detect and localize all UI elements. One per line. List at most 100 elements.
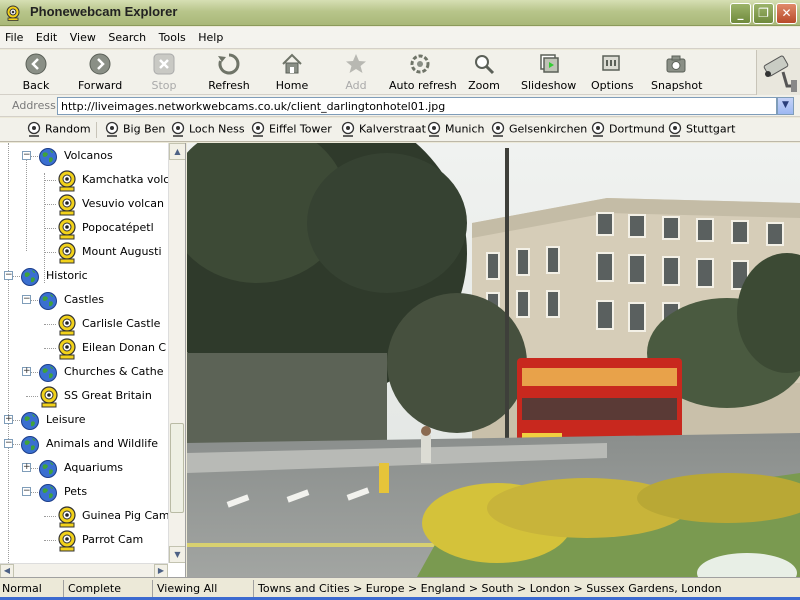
slideshow-button[interactable]: Slideshow: [521, 52, 576, 92]
tree-item-category[interactable]: − Animals and Wildlife: [0, 433, 168, 455]
auto-refresh-icon: [410, 54, 430, 74]
link-eiffel-tower[interactable]: Eiffel Tower: [250, 121, 332, 139]
tree-item-webcam[interactable]: Parrot Cam: [0, 529, 168, 552]
link-gelsenkirchen[interactable]: Gelsenkirchen: [490, 121, 587, 139]
status-viewing: Viewing All: [157, 582, 218, 595]
tree-item-category[interactable]: + Leisure: [0, 409, 168, 431]
link-loch-ness[interactable]: Loch Ness: [170, 121, 245, 139]
add-button[interactable]: Add: [342, 52, 370, 92]
links-bar: Random Big Ben Loch Ness Eiffel Tower Kalver…: [0, 118, 800, 142]
scroll-thumb[interactable]: [170, 423, 184, 513]
link-label: Stuttgart: [686, 122, 736, 136]
snapshot-button[interactable]: Snapshot: [651, 52, 702, 92]
address-dropdown-button[interactable]: ▼: [777, 97, 794, 115]
tree-item-webcam[interactable]: Vesuvio volcan: [0, 193, 168, 216]
options-button[interactable]: Options: [591, 52, 633, 92]
minimize-button[interactable]: _: [730, 3, 751, 24]
tree-vertical-scrollbar[interactable]: ▲ ▼: [168, 143, 185, 563]
menu-file[interactable]: File: [0, 27, 27, 44]
home-icon: [282, 53, 302, 74]
address-input[interactable]: http://liveimages.networkwebcams.co.uk/c…: [57, 97, 777, 115]
tree-item-label: Pets: [64, 485, 88, 498]
tree-item-label: Popocatépetl: [82, 221, 154, 234]
tree-item-category[interactable]: + Churches & Cathe: [0, 361, 168, 383]
menu-edit[interactable]: Edit: [31, 27, 61, 44]
status-bar: Normal Complete Viewing All Towns and Ci…: [0, 577, 800, 600]
webcam-icon: [105, 121, 119, 137]
slideshow-icon: [540, 54, 559, 73]
tree-item-category[interactable]: − Volcanos: [0, 145, 168, 167]
scroll-down-button[interactable]: ▼: [169, 546, 185, 563]
tree-item-webcam[interactable]: Popocatépetl: [0, 217, 168, 240]
maximize-button[interactable]: ❐: [753, 3, 774, 24]
expander-button[interactable]: −: [22, 487, 31, 496]
expander-button[interactable]: +: [22, 463, 31, 472]
expander-button[interactable]: −: [4, 439, 13, 448]
auto-refresh-button[interactable]: Auto refresh: [389, 52, 457, 92]
webcam-icon: [27, 121, 41, 137]
globe-icon: [21, 436, 39, 454]
link-label: Random: [45, 122, 91, 136]
refresh-button[interactable]: Refresh: [207, 52, 251, 92]
webcam-icon: [591, 121, 605, 137]
tree-horizontal-scrollbar[interactable]: ◀ ▶: [0, 563, 168, 577]
tree-item-label: Vesuvio volcan: [82, 197, 164, 210]
address-label: Address: [12, 99, 56, 112]
home-button[interactable]: Home: [274, 52, 310, 92]
globe-icon: [39, 484, 57, 502]
tree-item-category[interactable]: − Historic: [0, 265, 168, 287]
expander-button[interactable]: −: [4, 271, 13, 280]
webcam-icon: [58, 242, 76, 264]
webcam-icon: [491, 121, 505, 137]
tree-item-label: Aquariums: [64, 461, 124, 474]
link-label: Dortmund: [609, 122, 665, 136]
link-munich[interactable]: Munich: [426, 121, 485, 139]
back-button[interactable]: Back: [20, 52, 52, 92]
menu-view[interactable]: View: [65, 27, 100, 44]
webcam-icon: [668, 121, 682, 137]
options-icon: [602, 55, 620, 71]
tree-item-category[interactable]: + Aquariums: [0, 457, 168, 479]
webcam-icon: [58, 314, 76, 336]
tree-item-webcam[interactable]: Mount Augusti: [0, 241, 168, 264]
globe-icon: [39, 460, 57, 478]
zoom-button[interactable]: Zoom: [468, 52, 500, 92]
menu-help[interactable]: Help: [193, 27, 227, 44]
tree-item-webcam[interactable]: Carlisle Castle: [0, 313, 168, 336]
back-arrow-icon: [25, 53, 47, 75]
link-dortmund[interactable]: Dortmund: [590, 121, 665, 139]
scroll-right-button[interactable]: ▶: [154, 564, 168, 577]
menu-tools[interactable]: Tools: [154, 27, 190, 44]
globe-icon: [39, 292, 57, 310]
link-big-ben[interactable]: Big Ben: [104, 121, 165, 139]
link-stuttgart[interactable]: Stuttgart: [667, 121, 735, 139]
stop-button[interactable]: Stop: [150, 52, 178, 92]
forward-button[interactable]: Forward: [78, 52, 122, 92]
tree-item-category[interactable]: − Castles: [0, 289, 168, 311]
tree-item-webcam[interactable]: SS Great Britain: [0, 385, 168, 408]
expander-button[interactable]: +: [4, 415, 13, 424]
link-kalverstraat[interactable]: Kalverstraat: [340, 121, 426, 139]
link-random[interactable]: Random: [26, 121, 91, 139]
address-bar: Address http://liveimages.networkwebcams…: [0, 95, 800, 117]
webcam-logo: [756, 50, 800, 95]
webcam-app-icon: [6, 5, 20, 21]
tree-item-webcam[interactable]: Kamchatka volc: [0, 169, 168, 192]
tree-item-webcam[interactable]: Guinea Pig Cam: [0, 505, 168, 528]
globe-icon: [39, 364, 57, 382]
webcam-icon: [58, 170, 76, 192]
expander-button[interactable]: −: [22, 151, 31, 160]
window-title: Phonewebcam Explorer: [30, 4, 178, 19]
close-button[interactable]: ✕: [776, 3, 797, 24]
tree-item-webcam[interactable]: Eilean Donan C: [0, 337, 168, 360]
menu-search[interactable]: Search: [103, 27, 150, 44]
webcam-icon: [58, 530, 76, 552]
expander-button[interactable]: +: [22, 367, 31, 376]
webcam-icon: [58, 506, 76, 528]
scroll-up-button[interactable]: ▲: [169, 143, 185, 160]
scroll-left-button[interactable]: ◀: [0, 564, 14, 577]
tree-item-category[interactable]: − Pets: [0, 481, 168, 503]
tree-item-label: Volcanos: [64, 149, 113, 162]
expander-button[interactable]: −: [22, 295, 31, 304]
link-label: Eiffel Tower: [269, 122, 332, 136]
